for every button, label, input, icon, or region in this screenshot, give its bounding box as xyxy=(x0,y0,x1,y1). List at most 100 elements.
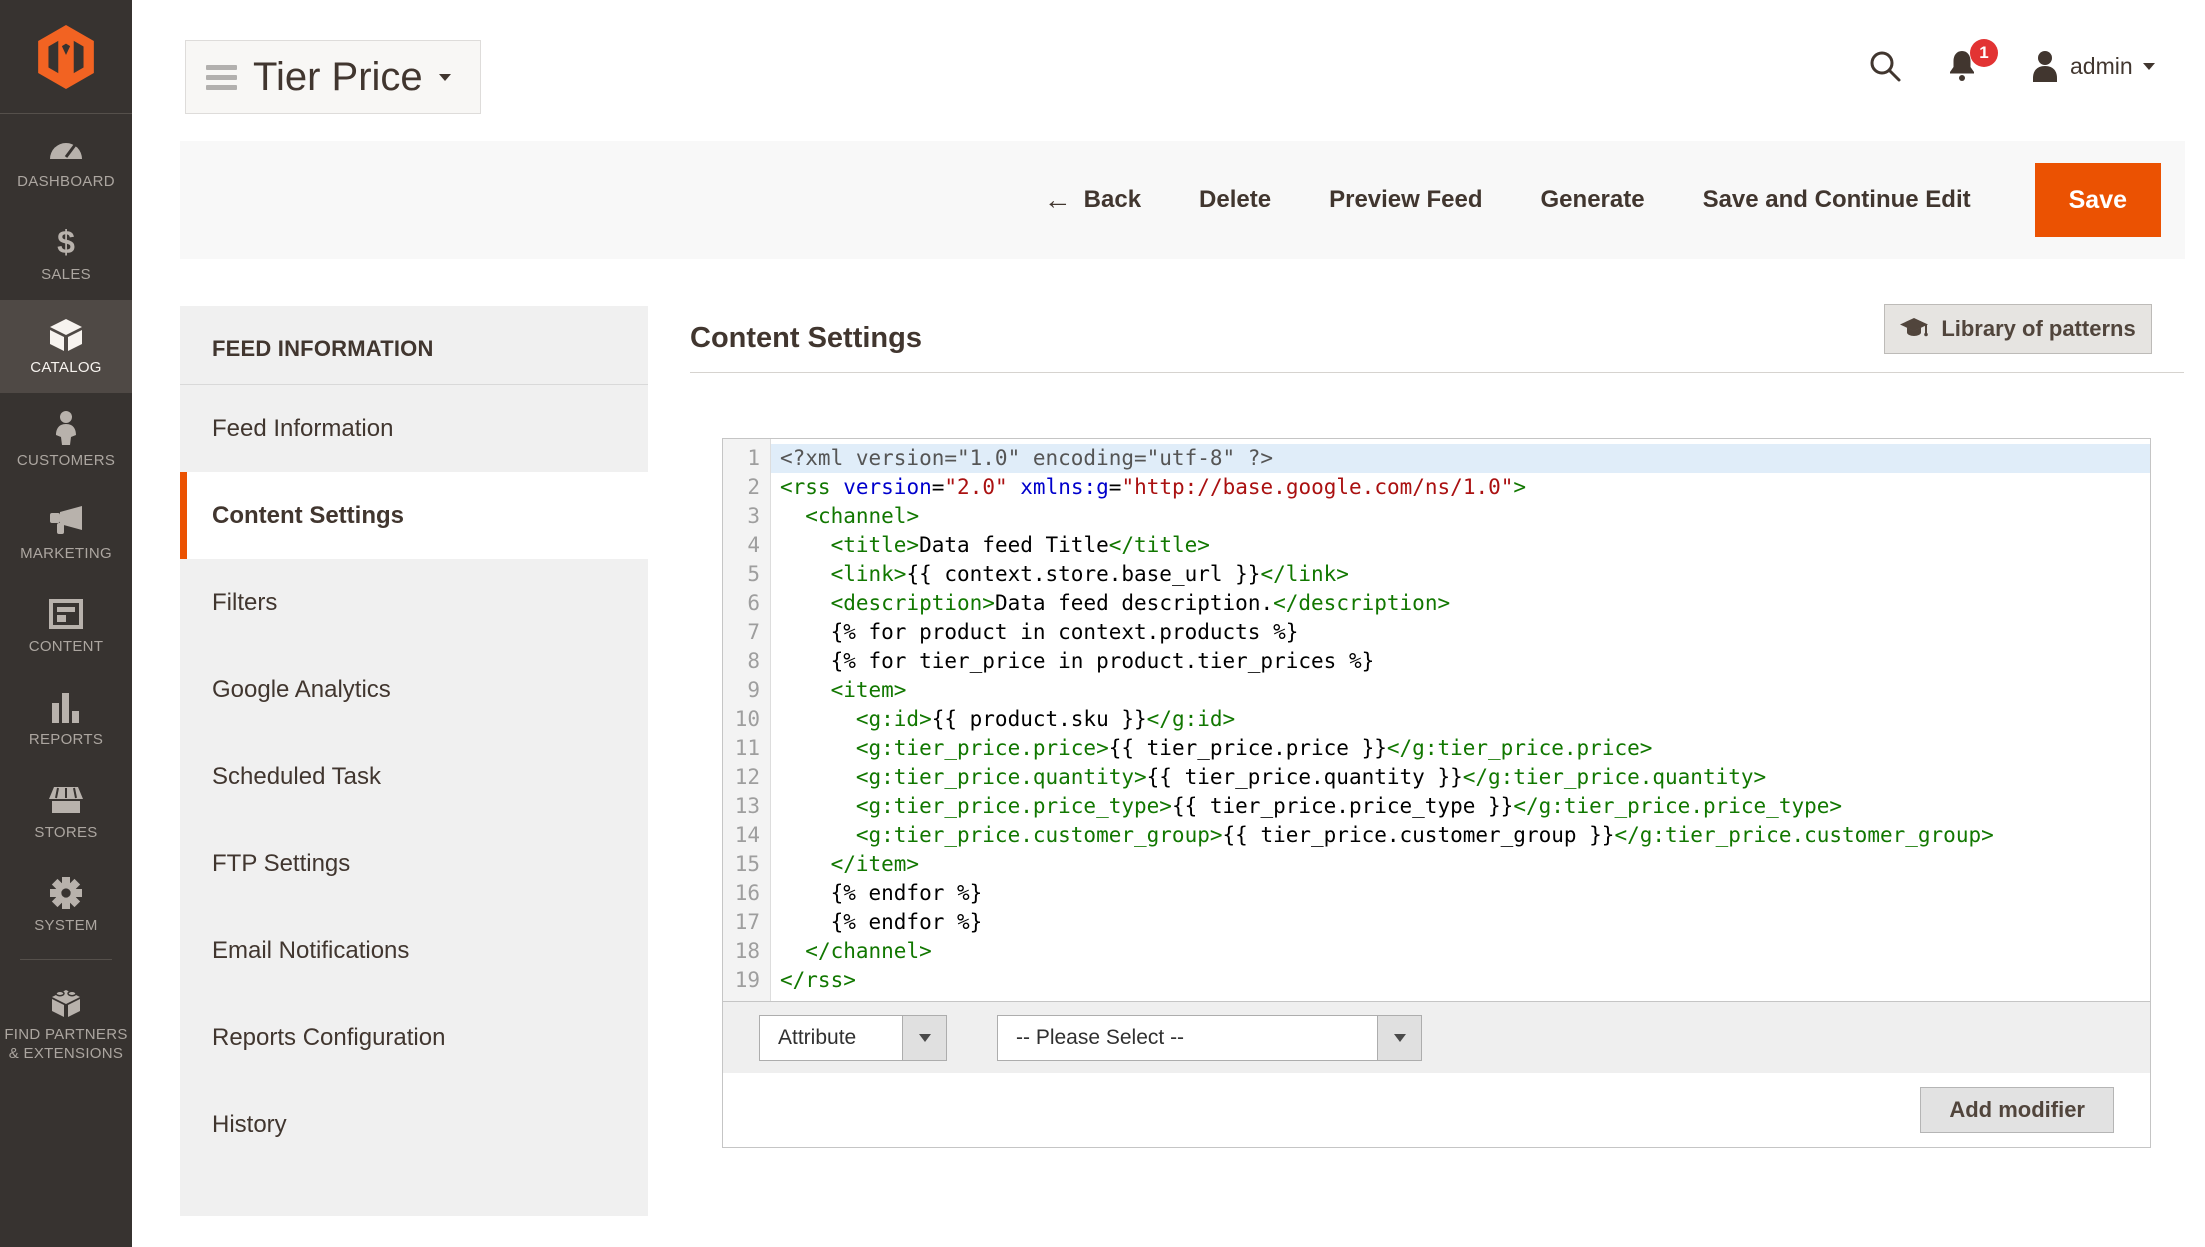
code-line[interactable]: <g:id>{{ product.sku }}</g:id> xyxy=(771,705,2150,734)
sidebar-label: CUSTOMERS xyxy=(17,452,115,469)
sidebar-item-stores[interactable]: STORES xyxy=(0,765,132,858)
sidebar-divider xyxy=(20,959,112,960)
code-line[interactable]: </item> xyxy=(771,850,2150,879)
generate-button[interactable]: Generate xyxy=(1541,186,1645,214)
notification-count-badge[interactable]: 1 xyxy=(1970,39,1998,67)
modifier-attribute-value: -- Please Select -- xyxy=(998,1016,1377,1060)
panel-item-history[interactable]: History xyxy=(180,1081,648,1168)
magento-logo[interactable] xyxy=(0,0,132,114)
code-line[interactable]: {% endfor %} xyxy=(771,908,2150,937)
page-actions-toolbar: ← Back Delete Preview Feed Generate Save… xyxy=(180,141,2185,259)
menu-toggle-icon[interactable] xyxy=(206,65,237,90)
code-line[interactable]: <g:tier_price.price>{{ tier_price.price … xyxy=(771,734,2150,763)
code-line[interactable]: {% for product in context.products %} xyxy=(771,618,2150,647)
line-number: 8 xyxy=(723,647,770,676)
sidebar-item-reports[interactable]: REPORTS xyxy=(0,672,132,765)
line-number: 12 xyxy=(723,763,770,792)
panel-item-reports-configuration[interactable]: Reports Configuration xyxy=(180,994,648,1081)
sidebar-item-dashboard[interactable]: DASHBOARD xyxy=(0,114,132,207)
select-arrow-icon[interactable] xyxy=(902,1016,946,1060)
select-arrow-icon[interactable] xyxy=(1377,1016,1421,1060)
template-editor: 12345678910111213141516171819 <?xml vers… xyxy=(722,438,2151,1148)
preview-feed-button[interactable]: Preview Feed xyxy=(1329,186,1482,214)
code-line[interactable]: {% endfor %} xyxy=(771,879,2150,908)
line-number: 19 xyxy=(723,966,770,995)
line-number: 11 xyxy=(723,734,770,763)
add-modifier-button[interactable]: Add modifier xyxy=(1920,1087,2114,1133)
line-number: 13 xyxy=(723,792,770,821)
code-line[interactable]: <rss version="2.0" xmlns:g="http://base.… xyxy=(771,473,2150,502)
code-line[interactable]: <link>{{ context.store.base_url }}</link… xyxy=(771,560,2150,589)
sidebar-label: MARKETING xyxy=(20,545,112,562)
library-of-patterns-button[interactable]: Library of patterns xyxy=(1884,304,2152,354)
page-title: Tier Price xyxy=(253,55,423,100)
line-number: 15 xyxy=(723,850,770,879)
system-icon xyxy=(50,876,82,910)
header-actions: 1 admin xyxy=(1868,36,2155,96)
code-line[interactable]: <description>Data feed description.</des… xyxy=(771,589,2150,618)
modifier-button-row: Add modifier xyxy=(723,1073,2150,1147)
line-number: 9 xyxy=(723,676,770,705)
back-arrow-icon: ← xyxy=(1044,184,1072,216)
panel-item-email-notifications[interactable]: Email Notifications xyxy=(180,907,648,994)
line-number: 14 xyxy=(723,821,770,850)
panel-item-filters[interactable]: Filters xyxy=(180,559,648,646)
sidebar-item-find-partners[interactable]: FIND PARTNERS& EXTENSIONS xyxy=(0,968,132,1078)
line-number: 4 xyxy=(723,531,770,560)
catalog-icon xyxy=(48,318,84,352)
page-title-box: Tier Price xyxy=(185,40,481,114)
sidebar-label: STORES xyxy=(34,824,97,841)
line-number: 10 xyxy=(723,705,770,734)
admin-caret-icon xyxy=(2143,63,2155,70)
sidebar-item-customers[interactable]: CUSTOMERS xyxy=(0,393,132,486)
sidebar-label: SALES xyxy=(41,266,91,283)
notifications-bell[interactable]: 1 xyxy=(1946,49,1978,83)
code-line[interactable]: </channel> xyxy=(771,937,2150,966)
editor-code[interactable]: <?xml version="1.0" encoding="utf-8" ?><… xyxy=(771,439,2150,1001)
customers-icon xyxy=(54,411,78,445)
magento-logo-icon xyxy=(35,24,97,90)
code-line[interactable]: <g:tier_price.quantity>{{ tier_price.qua… xyxy=(771,763,2150,792)
sidebar-item-catalog[interactable]: CATALOG xyxy=(0,300,132,393)
modifier-bar: Attribute -- Please Select -- xyxy=(723,1001,2150,1073)
sidebar-item-marketing[interactable]: MARKETING xyxy=(0,486,132,579)
library-button-label: Library of patterns xyxy=(1941,316,2135,342)
reports-icon xyxy=(51,690,81,724)
modifier-attribute-select[interactable]: -- Please Select -- xyxy=(997,1015,1422,1061)
panel-item-scheduled-task[interactable]: Scheduled Task xyxy=(180,733,648,820)
modifier-type-select[interactable]: Attribute xyxy=(759,1015,947,1061)
modifier-type-value: Attribute xyxy=(760,1016,902,1060)
sidebar-item-sales[interactable]: $ SALES xyxy=(0,207,132,300)
content-icon xyxy=(49,597,83,631)
extensions-icon xyxy=(48,984,84,1018)
title-caret-icon[interactable] xyxy=(439,74,451,81)
panel-item-content-settings[interactable]: Content Settings xyxy=(180,472,648,559)
admin-user-menu[interactable]: admin xyxy=(2030,50,2155,82)
sidebar-label: SYSTEM xyxy=(34,917,97,934)
code-line[interactable]: <g:tier_price.price_type>{{ tier_price.p… xyxy=(771,792,2150,821)
code-line[interactable]: {% for tier_price in product.tier_prices… xyxy=(771,647,2150,676)
line-number: 6 xyxy=(723,589,770,618)
code-line[interactable]: <g:tier_price.customer_group>{{ tier_pri… xyxy=(771,821,2150,850)
code-editor[interactable]: 12345678910111213141516171819 <?xml vers… xyxy=(723,439,2150,1001)
save-and-continue-button[interactable]: Save and Continue Edit xyxy=(1703,186,1971,214)
back-button[interactable]: ← Back xyxy=(1044,184,1141,216)
sidebar-label: CATALOG xyxy=(30,359,102,376)
code-line[interactable]: <title>Data feed Title</title> xyxy=(771,531,2150,560)
line-number: 17 xyxy=(723,908,770,937)
panel-item-ftp-settings[interactable]: FTP Settings xyxy=(180,820,648,907)
search-icon[interactable] xyxy=(1868,49,1902,83)
panel-item-google-analytics[interactable]: Google Analytics xyxy=(180,646,648,733)
save-button[interactable]: Save xyxy=(2035,163,2161,237)
sidebar-label: CONTENT xyxy=(29,638,104,655)
code-line[interactable]: </rss> xyxy=(771,966,2150,995)
panel-item-feed-information[interactable]: Feed Information xyxy=(180,385,648,472)
delete-button[interactable]: Delete xyxy=(1199,186,1271,214)
code-line[interactable]: <?xml version="1.0" encoding="utf-8" ?> xyxy=(771,444,2150,473)
sidebar-item-content[interactable]: CONTENT xyxy=(0,579,132,672)
editor-gutter: 12345678910111213141516171819 xyxy=(723,439,771,1001)
code-line[interactable]: <item> xyxy=(771,676,2150,705)
sidebar-item-system[interactable]: SYSTEM xyxy=(0,858,132,951)
code-line[interactable]: <channel> xyxy=(771,502,2150,531)
sidebar-label: REPORTS xyxy=(29,731,103,748)
